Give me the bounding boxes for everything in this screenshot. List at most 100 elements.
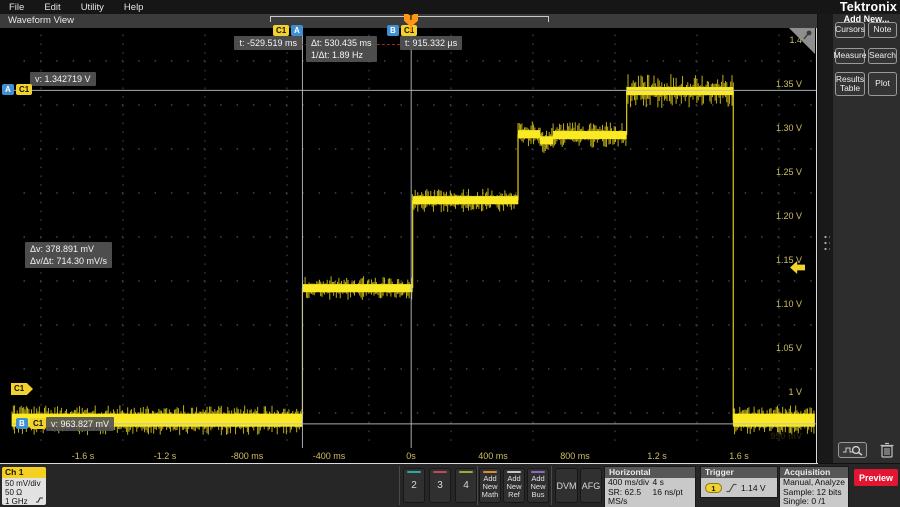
graticule[interactable]: 1.41.35 V1.30 V1.25 V1.20 V1.15 V1.10 V1… xyxy=(0,28,817,463)
x-axis-tick-label: -1.2 s xyxy=(154,451,177,461)
channel-4-button[interactable]: 4 xyxy=(455,468,477,503)
y-axis-tick-label: 1.20 V xyxy=(776,211,802,221)
sidebar-button-plot[interactable]: Plot xyxy=(868,72,897,96)
trace-level xyxy=(518,130,540,138)
horizontal-value: 16 ns/pt xyxy=(653,488,683,507)
sidebar-button-note[interactable]: Note xyxy=(868,22,897,38)
afg-button[interactable]: AFG xyxy=(580,468,602,503)
trace-level xyxy=(627,87,734,95)
trace-level xyxy=(413,196,518,204)
cursor-b-badge[interactable]: B xyxy=(387,25,399,36)
trigger-level-value: 1.14 V xyxy=(741,483,766,493)
channel-1-badge[interactable]: Ch 1 50 mV/div50 Ω1 GHz xyxy=(2,467,46,505)
add-new-ref-button[interactable]: AddNewRef xyxy=(503,468,525,503)
hcursor-b-badge[interactable]: B xyxy=(16,418,28,429)
horizontal-panel[interactable]: Horizontal 400 ms/div4 sSR: 62.5 MS/s16 … xyxy=(604,466,696,507)
sidebar-button-measure[interactable]: Measure xyxy=(835,48,865,64)
dv-dt-value: Δv/Δt: 714.30 mV/s xyxy=(30,255,107,267)
cursor-delta-v-readout: Δv: 378.891 mV Δv/Δt: 714.30 mV/s xyxy=(25,242,112,268)
cursor-a-channel-badge[interactable]: C1 xyxy=(273,25,289,36)
waveform-view-title: Waveform View xyxy=(8,15,74,26)
waveform-trace xyxy=(12,28,816,462)
toolbar-separator xyxy=(477,466,478,505)
cursor-a-badge[interactable]: A xyxy=(291,25,303,36)
toolbar-separator xyxy=(551,466,552,505)
pin-icon xyxy=(802,29,814,41)
y-axis-tick-label: 950 mV xyxy=(770,431,802,441)
add-new-math-button[interactable]: AddNewMath xyxy=(479,468,501,503)
channel-1-setting: 50 mV/div xyxy=(5,479,46,488)
menu-item-file[interactable]: File xyxy=(9,2,24,13)
add-new-bus-button[interactable]: AddNewBus xyxy=(527,468,549,503)
drag-handle-icon[interactable] xyxy=(822,233,830,251)
horizontal-value: SR: 62.5 MS/s xyxy=(608,488,653,507)
channel-1-setting: 50 Ω xyxy=(5,488,46,497)
channel-2-button[interactable]: 2 xyxy=(403,468,425,503)
trigger-panel[interactable]: Trigger 1 1.14 V xyxy=(700,466,778,498)
rising-edge-icon xyxy=(726,483,737,493)
inv-delta-t-value: 1/Δt: 1.89 Hz xyxy=(311,49,372,61)
probe-icon xyxy=(35,497,44,504)
panel-divider xyxy=(818,14,833,463)
channel-3-button[interactable]: 3 xyxy=(429,468,451,503)
acquisition-panel[interactable]: Acquisition Manual,AnalyzeSample: 12 bit… xyxy=(779,466,849,507)
cursor-b-time-readout: t: 915.332 µs xyxy=(400,36,462,50)
trace-level xyxy=(540,136,553,144)
x-axis-tick-label: -1.6 s xyxy=(72,451,95,461)
button-label: AddNewBus xyxy=(528,475,548,499)
button-color-stripe xyxy=(531,471,545,473)
trash-button[interactable] xyxy=(878,441,896,459)
channel-number: 2 xyxy=(404,473,424,499)
trace-level xyxy=(733,414,815,427)
trace-level xyxy=(553,131,627,139)
menu-bar: File Edit Utility Help Tektronix xyxy=(0,0,900,14)
x-axis-tick-label: 1.6 s xyxy=(729,451,749,461)
menu-item-help[interactable]: Help xyxy=(124,2,144,13)
channel-1-settings: 50 mV/div50 Ω1 GHz xyxy=(2,478,46,505)
x-axis-tick-label: -800 ms xyxy=(231,451,264,461)
hcursor-a-channel-badge[interactable]: C1 xyxy=(16,84,32,95)
x-axis-tick-label: 400 ms xyxy=(478,451,508,461)
button-color-stripe xyxy=(483,471,497,473)
x-axis-tick-label: 800 ms xyxy=(560,451,590,461)
trigger-panel-title: Trigger xyxy=(701,467,777,478)
sidebar-button-results-table[interactable]: Results Table xyxy=(835,72,865,96)
trash-icon xyxy=(878,441,896,459)
toolbar-separator xyxy=(399,466,400,505)
cursor-b-voltage-readout: v: 963.827 mV xyxy=(46,417,114,431)
button-color-stripe xyxy=(507,471,521,473)
y-axis-tick-label: 1.30 V xyxy=(776,123,802,133)
sidebar-button-cursors[interactable]: Cursors xyxy=(835,22,865,38)
trace-level xyxy=(302,284,412,292)
channel-1-label: Ch 1 xyxy=(2,467,46,478)
x-axis-tick-label: 1.2 s xyxy=(647,451,667,461)
menu-item-edit[interactable]: Edit xyxy=(44,2,60,13)
zoom-waveform-icon xyxy=(842,444,864,456)
tektronix-logo: Tektronix xyxy=(840,0,897,14)
y-axis-tick-label: 1.35 V xyxy=(776,79,802,89)
zoom-mode-button[interactable] xyxy=(838,442,867,458)
menu-item-utility[interactable]: Utility xyxy=(81,2,104,13)
cursor-a-voltage-readout: v: 1.342719 V xyxy=(30,72,96,86)
hcursor-a-badge[interactable]: A xyxy=(2,84,14,95)
preview-button[interactable]: Preview xyxy=(854,469,898,486)
y-axis-tick-label: 1.05 V xyxy=(776,343,802,353)
x-axis-tick-label: -400 ms xyxy=(313,451,346,461)
cursor-delta-readout: Δt: 530.435 ms 1/Δt: 1.89 Hz xyxy=(306,36,377,62)
delta-t-value: Δt: 530.435 ms xyxy=(311,37,372,49)
bottom-bar: Ch 1 50 mV/div50 Ω1 GHz 234 AddNewMathAd… xyxy=(0,464,900,507)
x-axis-tick-label: 0s xyxy=(406,451,416,461)
cursor-a-time-readout: t: -529.519 ms xyxy=(234,36,302,50)
right-sidebar: Add New... CursorsNoteMeasureSearchResul… xyxy=(833,14,900,463)
acquisition-row: Single: 0 /1 xyxy=(780,497,848,507)
y-axis-tick-label: 1.15 V xyxy=(776,255,802,265)
channel-number: 4 xyxy=(456,473,476,499)
horizontal-row: SR: 62.5 MS/s16 ns/pt xyxy=(605,488,695,507)
button-label: AddNewRef xyxy=(504,475,524,499)
sidebar-button-search[interactable]: Search xyxy=(868,48,897,64)
y-axis-tick-label: 1.25 V xyxy=(776,167,802,177)
hcursor-b-channel-badge[interactable]: C1 xyxy=(30,418,46,429)
dvm-button[interactable]: DVM xyxy=(555,468,578,503)
y-axis-tick-label: 1.10 V xyxy=(776,299,802,309)
channel-number: 3 xyxy=(430,473,450,499)
